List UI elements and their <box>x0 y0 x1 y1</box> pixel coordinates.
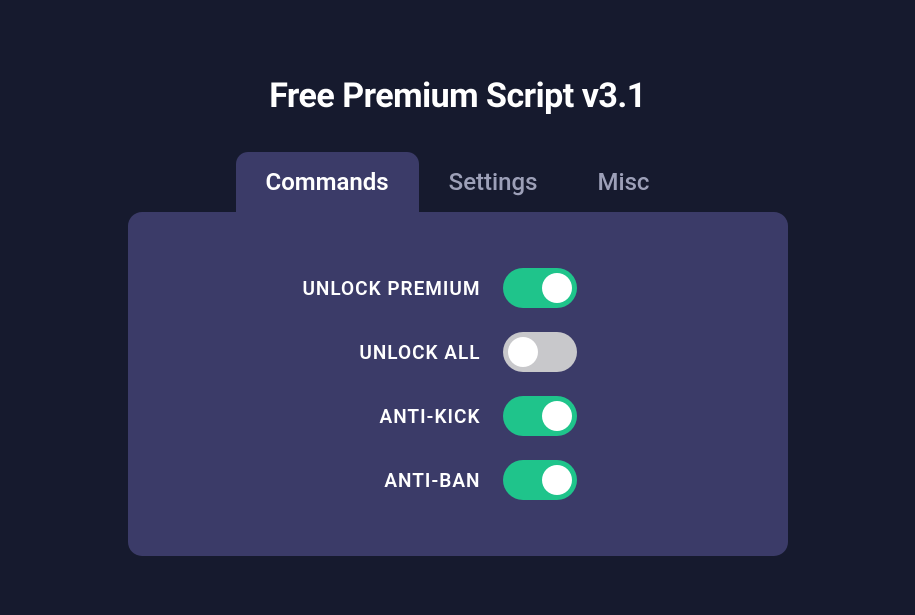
app-title: Free Premium Script v3.1 <box>269 76 646 116</box>
option-row: ANTI-BAN <box>168 460 748 500</box>
tab-commands[interactable]: Commands <box>236 152 419 212</box>
toggle-unlock-all[interactable] <box>503 332 577 372</box>
toggle-anti-kick[interactable] <box>503 396 577 436</box>
tab-settings[interactable]: Settings <box>419 152 568 212</box>
option-label-anti-ban: ANTI-BAN <box>168 469 503 492</box>
toggle-knob <box>542 465 572 495</box>
option-label-anti-kick: ANTI-KICK <box>168 405 503 428</box>
option-label-unlock-premium: UNLOCK PREMIUM <box>168 277 503 300</box>
toggle-knob <box>542 401 572 431</box>
tab-bar: Commands Settings Misc <box>236 152 680 212</box>
tab-misc[interactable]: Misc <box>567 152 679 212</box>
toggle-unlock-premium[interactable] <box>503 268 577 308</box>
option-row: UNLOCK ALL <box>168 332 748 372</box>
toggle-anti-ban[interactable] <box>503 460 577 500</box>
options-panel: UNLOCK PREMIUM UNLOCK ALL ANTI-KICK ANTI… <box>128 212 788 556</box>
option-row: UNLOCK PREMIUM <box>168 268 748 308</box>
toggle-knob <box>542 273 572 303</box>
option-label-unlock-all: UNLOCK ALL <box>168 341 503 364</box>
option-row: ANTI-KICK <box>168 396 748 436</box>
toggle-knob <box>508 337 538 367</box>
